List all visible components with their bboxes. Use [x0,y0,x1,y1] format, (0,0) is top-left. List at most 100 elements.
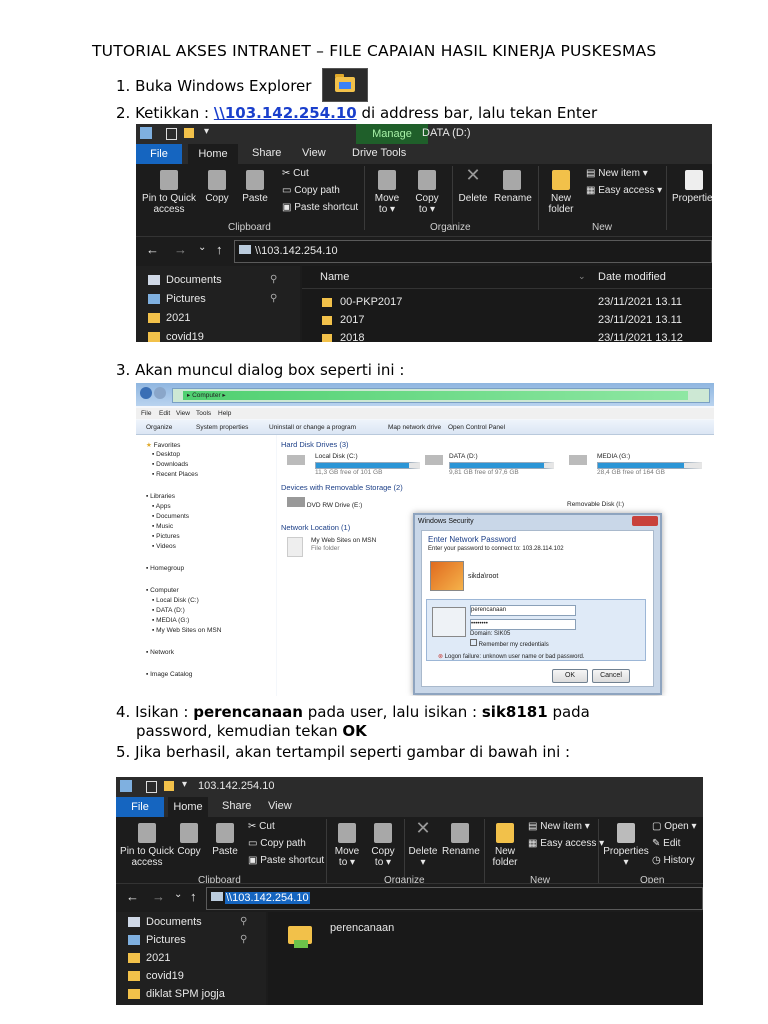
delete-button[interactable]: ✕ Delete [456,166,490,204]
up-arrow-icon[interactable]: ↑ [216,242,223,257]
nav-homegroup[interactable]: ▪ Homegroup [146,565,184,572]
menu-tools[interactable]: Tools [196,410,211,417]
back-arrow-icon[interactable]: ← [126,889,139,904]
copy-to-button[interactable]: Copy to ▾ [366,823,400,868]
nav-videos[interactable]: ▪ Videos [152,543,176,550]
nav-downloads[interactable]: ▪ Downloads [152,461,188,468]
username-input[interactable]: perencanaan [470,605,576,616]
copy-path-button[interactable]: ▭ Copy path [282,185,340,196]
user-avatar[interactable] [430,561,464,591]
open-control-panel-button[interactable]: Open Control Panel [448,424,505,431]
tab-home[interactable]: Home [168,797,208,817]
nav-item-pictures[interactable]: Pictures [148,293,206,305]
cut-button[interactable]: ✂ Cut [248,821,275,832]
back-button-icon[interactable] [140,387,152,399]
nav-item-diklat-spm-jogja[interactable]: diklat SPM jogja [128,988,225,1000]
tab-view[interactable]: View [268,800,292,812]
nav-item-2021[interactable]: 2021 [148,312,190,324]
nav-music[interactable]: ▪ Music [152,523,173,530]
nav-favorites[interactable]: ★ Favorites [146,441,180,449]
table-row[interactable]: 00-PKP2017 23/11/2021 13.11 [302,296,712,312]
nav-recent-places[interactable]: ▪ Recent Places [152,471,198,478]
table-row[interactable]: 2018 23/11/2021 13.12 [302,332,712,342]
forward-button-icon[interactable] [154,387,166,399]
paste-button[interactable]: Paste [210,823,240,857]
nav-image-catalog[interactable]: ▪ Image Catalog [146,671,192,678]
qat-dropdown-icon[interactable]: ▾ [204,126,209,137]
address-bar[interactable]: ▸ Computer ▸ [172,388,710,403]
new-item-button[interactable]: ▤ New item ▾ [528,821,590,832]
folder-name[interactable]: perencanaan [330,922,394,934]
system-properties-button[interactable]: System properties [196,424,248,431]
tab-view[interactable]: View [302,147,326,159]
nav-media-g[interactable]: ▪ MEDIA (G:) [152,617,189,624]
paste-shortcut-button[interactable]: ▣ Paste shortcut [282,202,358,213]
nav-item-2021[interactable]: 2021 [128,952,170,964]
properties-button[interactable]: Properties ▾ [602,823,650,868]
copy-to-button[interactable]: Copy to ▾ [410,170,444,215]
cancel-button[interactable]: Cancel [592,669,630,683]
back-arrow-icon[interactable]: ← [146,242,159,257]
table-row[interactable]: 2017 23/11/2021 13.11 [302,314,712,330]
nav-item-covid19[interactable]: covid19 [128,970,184,982]
history-button[interactable]: ◷ History [652,855,695,866]
menu-edit[interactable]: Edit [159,410,170,417]
address-bar[interactable]: \\103.142.254.10 [206,887,703,910]
tab-home[interactable]: Home [188,144,238,164]
password-input[interactable]: •••••••• [470,619,576,630]
copy-path-button[interactable]: ▭ Copy path [248,838,306,849]
ip-address-link[interactable]: \\103.142.254.10 [214,104,357,122]
move-to-button[interactable]: Move to ▾ [370,170,404,215]
nav-item-covid19[interactable]: covid19 [148,331,204,342]
manage-tab[interactable]: Manage [356,124,428,144]
pin-quick-access-button[interactable]: Pin to Quick access [118,823,176,868]
easy-access-button[interactable]: ▦ Easy access ▾ [528,838,604,849]
folder-perencanaan[interactable] [286,920,316,950]
forward-arrow-icon[interactable]: → [174,242,187,257]
delete-button[interactable]: ✕ Delete ▾ [406,819,440,868]
new-item-button[interactable]: ▤ New item ▾ [586,168,648,179]
tab-share[interactable]: Share [252,147,281,159]
saved-user-label[interactable]: sikda\root [468,573,498,580]
nav-pictures[interactable]: ▪ Pictures [152,533,180,540]
rename-button[interactable]: Rename [494,170,532,204]
tab-file[interactable]: File [116,797,164,817]
column-sort-icon[interactable]: ⌄ [578,271,586,282]
nav-data-d[interactable]: ▪ DATA (D:) [152,607,185,614]
tab-drive-tools[interactable]: Drive Tools [352,147,406,159]
nav-desktop[interactable]: ▪ Desktop [152,451,180,458]
new-folder-button[interactable]: New folder [544,170,578,215]
properties-button[interactable]: Properties [672,170,712,204]
nav-libraries[interactable]: ▪ Libraries [146,493,175,500]
tab-share[interactable]: Share [222,800,251,812]
edit-button[interactable]: ✎ Edit [652,838,680,849]
dvd-drive[interactable]: DVD RW Drive (E:) [287,497,362,509]
nav-my-web-sites[interactable]: ▪ My Web Sites on MSN [152,627,221,634]
move-to-button[interactable]: Move to ▾ [330,823,364,868]
menu-view[interactable]: View [176,410,190,417]
close-icon[interactable] [632,516,658,526]
nav-computer[interactable]: ▪ Computer [146,587,179,594]
nav-network[interactable]: ▪ Network [146,649,174,656]
ok-button[interactable]: OK [552,669,588,683]
tab-file[interactable]: File [136,144,182,164]
column-date-modified[interactable]: Date modified [598,271,666,283]
menu-help[interactable]: Help [218,410,231,417]
removable-disk[interactable]: Removable Disk (I:) [567,501,624,508]
nav-item-pictures[interactable]: Pictures [128,934,186,946]
menu-file[interactable]: File [141,410,151,417]
nav-documents[interactable]: ▪ Documents [152,513,189,520]
pin-quick-access-button[interactable]: Pin to Quick access [140,170,198,215]
open-button[interactable]: ▢ Open ▾ [652,821,697,832]
recent-dropdown-icon[interactable]: ⌄ [174,889,182,900]
remember-credentials[interactable]: Remember my credentials [470,639,549,648]
up-arrow-icon[interactable]: ↑ [190,889,197,904]
organize-button[interactable]: Organize [146,424,172,431]
uninstall-program-button[interactable]: Uninstall or change a program [269,424,356,431]
nav-item-documents[interactable]: Documents [148,274,222,286]
map-network-drive-button[interactable]: Map network drive [388,424,441,431]
easy-access-button[interactable]: ▦ Easy access ▾ [586,185,662,196]
paste-shortcut-button[interactable]: ▣ Paste shortcut [248,855,324,866]
recent-dropdown-icon[interactable]: ⌄ [198,242,206,253]
address-bar[interactable]: \\103.142.254.10 [234,240,712,263]
